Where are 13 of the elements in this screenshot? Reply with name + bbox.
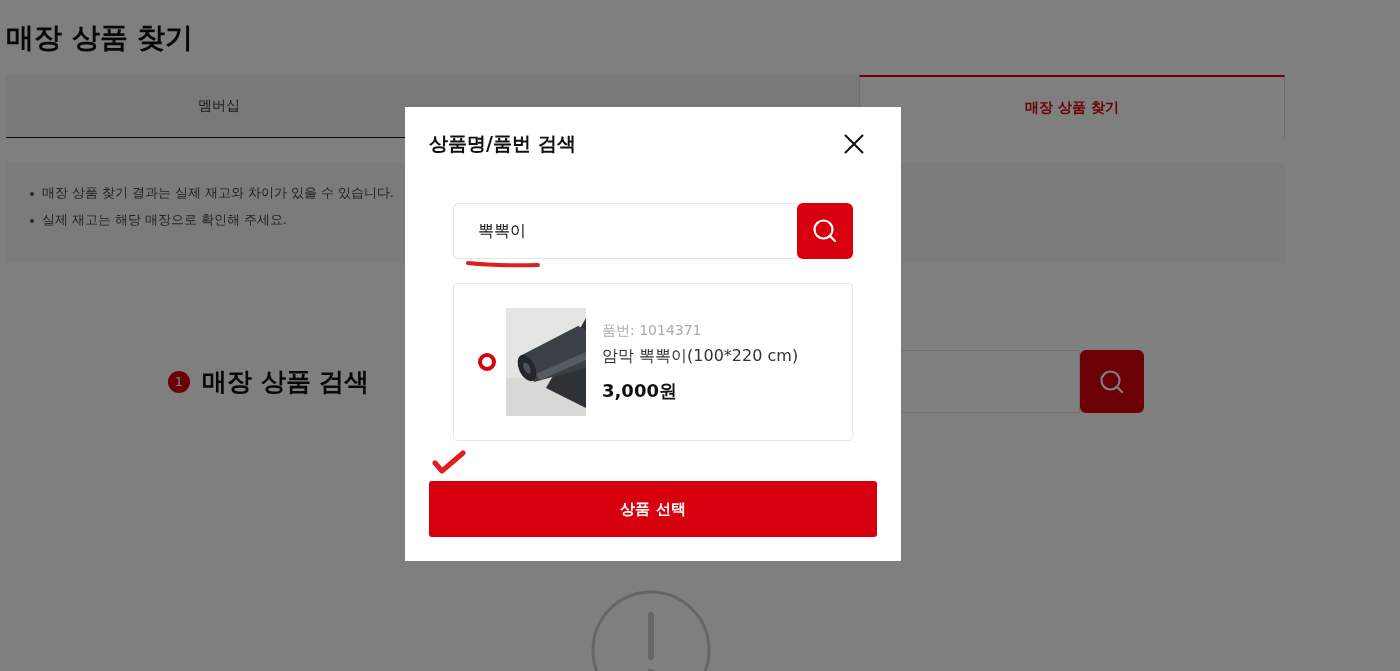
tab[interactable]: 멤버십: [6, 75, 433, 138]
step-number: 1: [168, 370, 190, 393]
product-card[interactable]: 품번: 1014371 암막 뽁뽁이(100*220 cm) 3,000원: [453, 283, 853, 441]
page-title: 매장 상품 찾기: [6, 20, 195, 56]
notice-text: 매장 상품 찾기 결과는 실제 재고와 차이가 있을 수 있습니다.: [42, 185, 394, 202]
notice-text: 실제 재고는 해당 매장으로 확인해 주세요.: [42, 212, 287, 229]
tab[interactable]: 매장 상품 찾기: [858, 75, 1285, 138]
product-code: 품번: 1014371: [602, 321, 703, 340]
select-product-button[interactable]: 상품 선택: [429, 481, 877, 537]
product-price: 3,000원: [602, 378, 678, 403]
section-title: 매장 상품 검색: [202, 366, 371, 398]
search-input[interactable]: 뽁뽁이: [453, 203, 797, 259]
product-name: 암막 뽁뽁이(100*220 cm): [602, 345, 799, 367]
